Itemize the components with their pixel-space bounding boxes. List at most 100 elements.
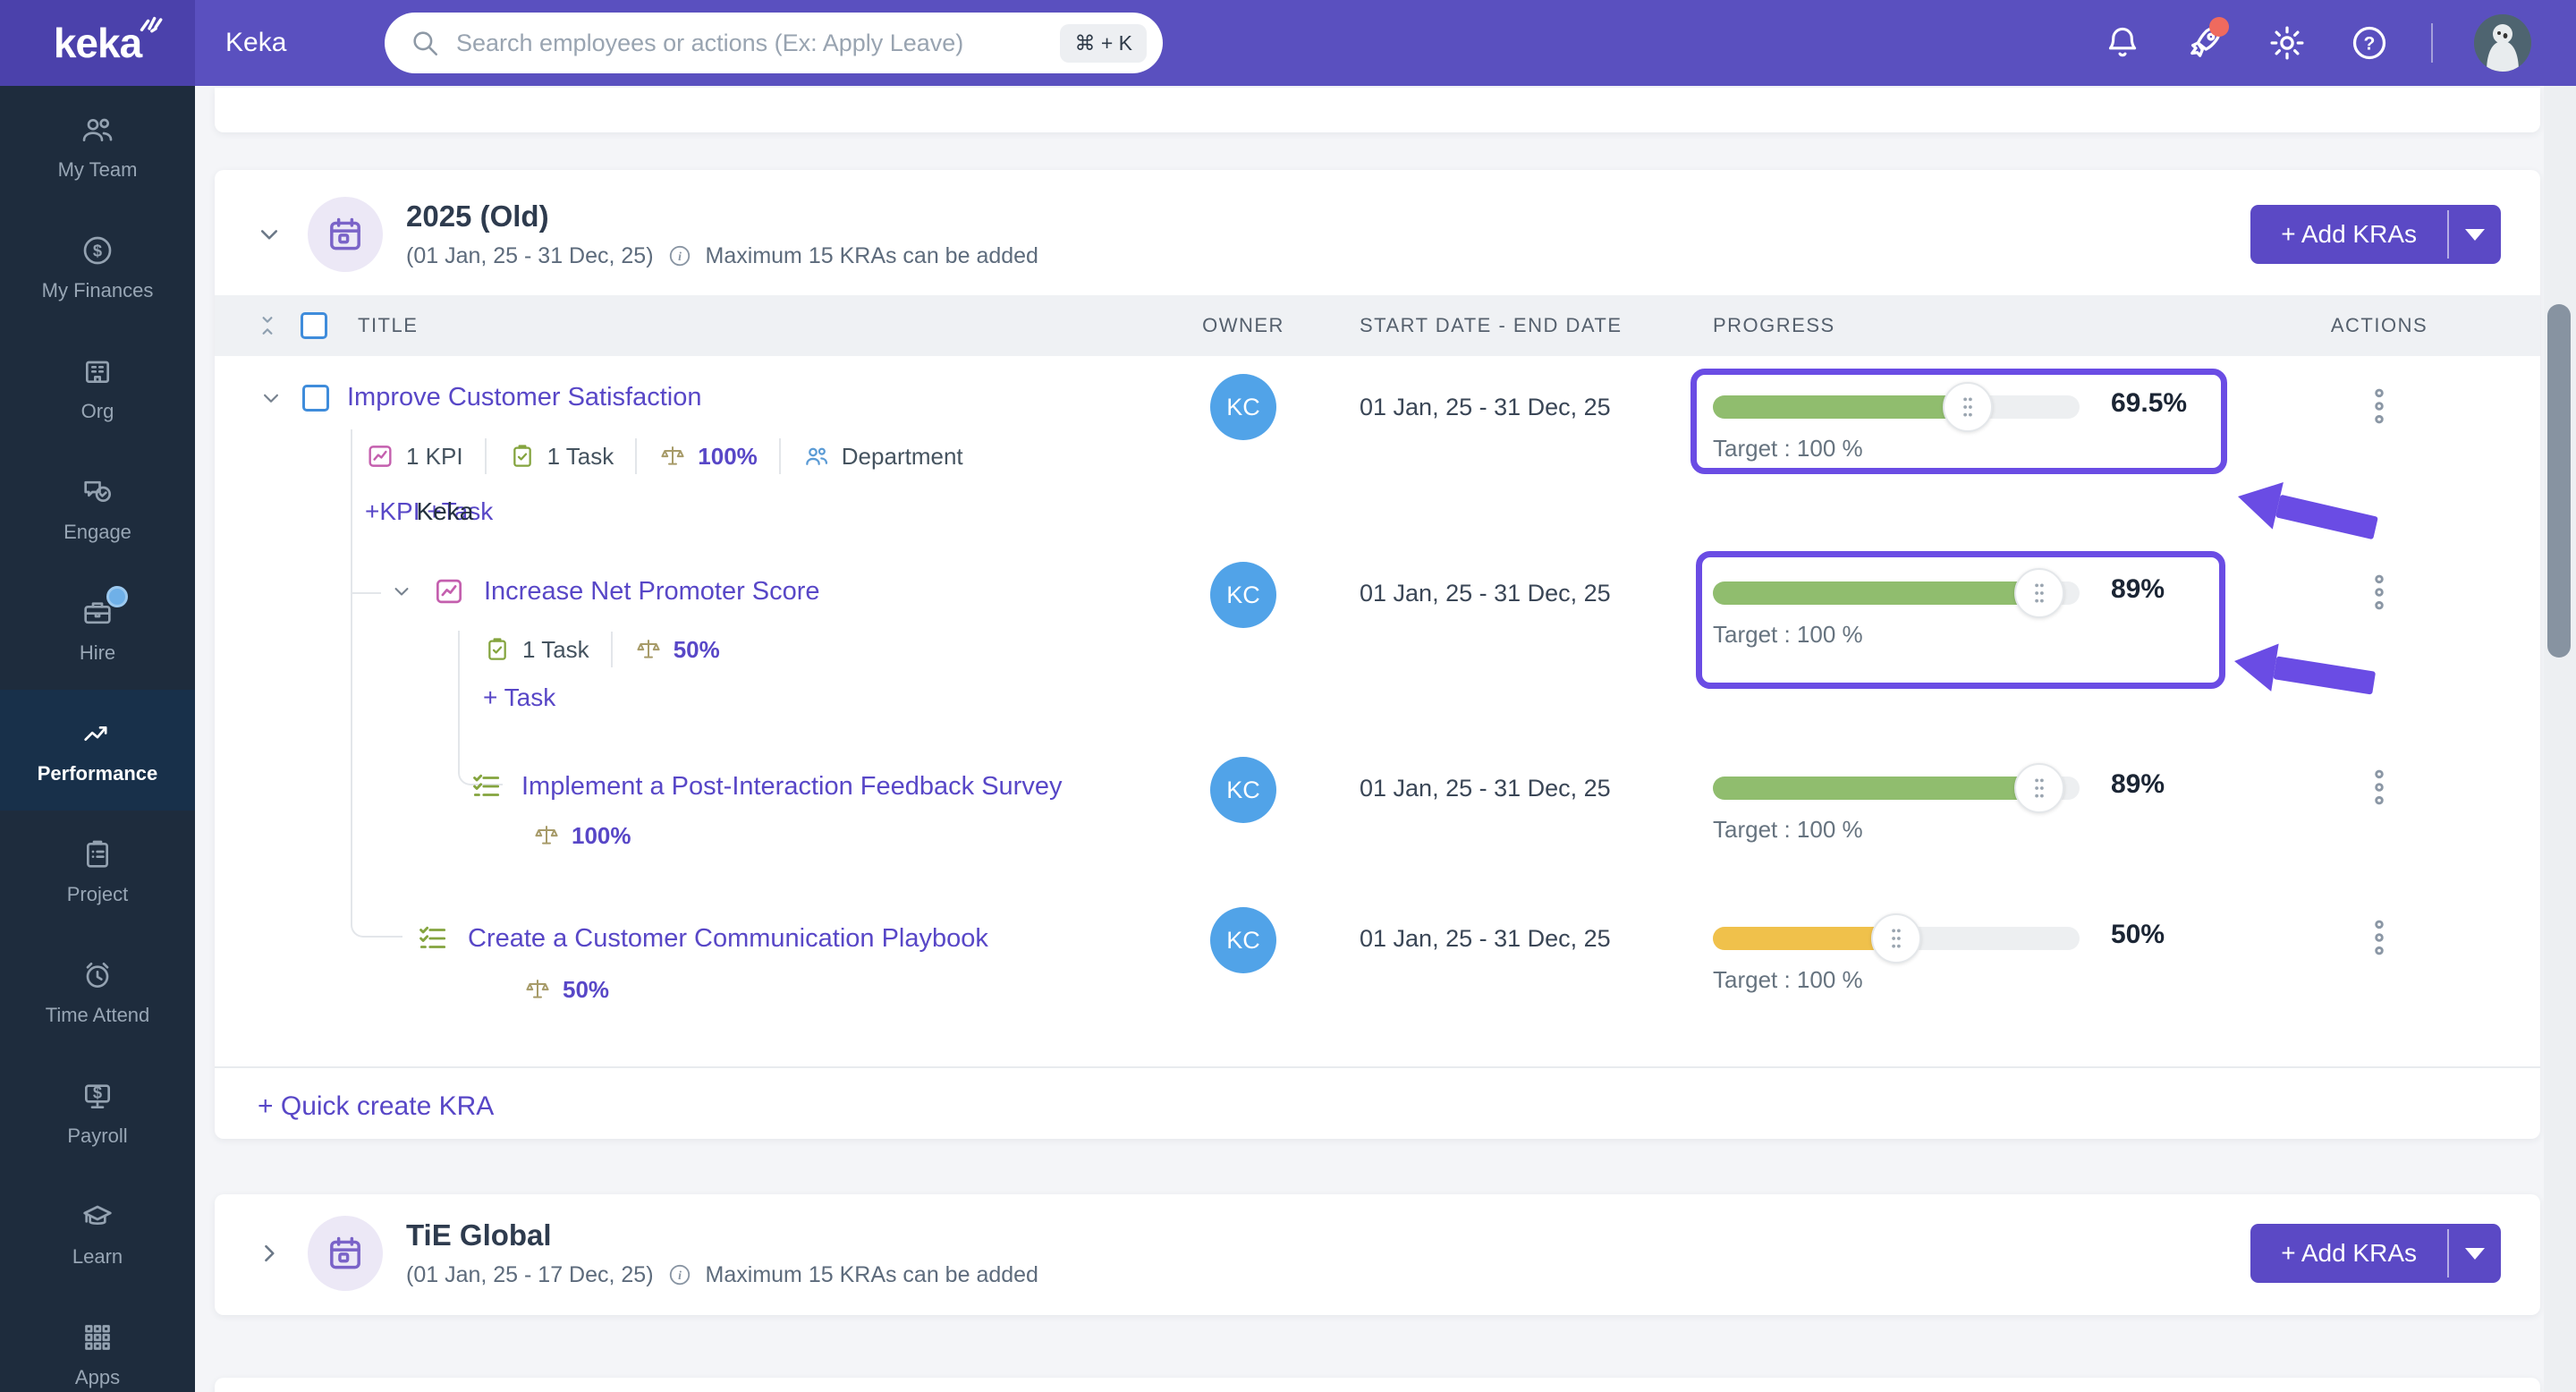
brand-text: keka <box>53 20 142 66</box>
task-row-communication-playbook: Create a Customer Communication Playbook… <box>215 907 2540 1066</box>
progress-drag-handle[interactable] <box>1942 382 1993 432</box>
owner-avatar[interactable]: KC <box>1210 907 1276 973</box>
add-kras-dropdown-caret[interactable] <box>2449 205 2501 264</box>
collapse-group-chevron-down-icon[interactable] <box>254 219 284 250</box>
search-input[interactable] <box>456 29 1061 57</box>
payroll-icon: $ <box>85 1082 110 1108</box>
user-avatar[interactable] <box>2474 14 2531 72</box>
group-note: Maximum 15 KRAs can be added <box>705 1261 1038 1287</box>
project-icon <box>86 840 109 868</box>
sidebar-item-payroll[interactable]: $ Payroll <box>0 1052 195 1173</box>
apps-icon <box>85 1324 110 1350</box>
col-dates: START DATE - END DATE <box>1360 314 1623 336</box>
sidebar-item-my-team[interactable]: My Team <box>0 86 195 207</box>
add-task-link[interactable]: + Task <box>483 683 555 712</box>
task-title-link[interactable]: Create a Customer Communication Playbook <box>468 924 988 954</box>
sidebar-item-org[interactable]: Org <box>0 327 195 448</box>
progress-value: 89% <box>2111 574 2165 604</box>
owner-avatar[interactable]: KC <box>1210 757 1276 823</box>
settings-gear-icon[interactable] <box>2267 22 2308 64</box>
progress-bar[interactable]: 89% <box>1713 763 2165 813</box>
add-kras-dropdown-caret[interactable] <box>2449 1224 2501 1283</box>
group-date-range: (01 Jan, 25 - 17 Dec, 25) <box>406 1261 654 1287</box>
kra-group-tie-global: TiE Global (01 Jan, 25 - 17 Dec, 25) i M… <box>215 1194 2540 1315</box>
progress-drag-handle[interactable] <box>2013 763 2064 813</box>
calendar-icon <box>308 1216 383 1291</box>
progress-target: Target : 100 % <box>1713 621 1863 648</box>
progress-bar[interactable]: 69.5% <box>1713 382 2187 432</box>
org-icon <box>86 361 109 383</box>
table-header: TITLE OWNER START DATE - END DATE PROGRE… <box>215 295 2540 356</box>
select-all-checkbox[interactable] <box>301 312 327 339</box>
next-card-partial <box>215 1378 2540 1392</box>
kra-row-improve-customer-satisfaction: Improve Customer Satisfaction 1 KPI 1 Ta… <box>215 356 2540 555</box>
row-actions-kebab[interactable] <box>2317 573 2442 612</box>
kpi-count-badge: 1 KPI <box>365 441 485 471</box>
add-kras-split-button[interactable]: + Add KRAs <box>2250 1224 2501 1283</box>
progress-fill <box>1713 395 1968 419</box>
sidebar-item-my-finances[interactable]: $ My Finances <box>0 207 195 327</box>
progress-fill <box>1713 581 2039 605</box>
owner-avatar[interactable]: KC <box>1210 562 1276 628</box>
notifications-bell-icon[interactable] <box>2102 22 2143 64</box>
add-kpi-task-links[interactable]: +KPIKeka+Task <box>365 497 493 526</box>
col-progress: PROGRESS <box>1713 314 1835 336</box>
global-search[interactable]: ⌘ + K <box>385 13 1163 73</box>
sidebar-item-performance[interactable]: Performance <box>0 690 195 811</box>
svg-text:?: ? <box>2364 34 2376 55</box>
row-dates: 01 Jan, 25 - 31 Dec, 25 <box>1360 580 1611 607</box>
expand-group-chevron-right-icon[interactable] <box>254 1238 284 1269</box>
scrollbar-track[interactable] <box>2544 86 2576 1392</box>
row-checkbox[interactable] <box>302 384 329 412</box>
row-chevron-down-icon[interactable] <box>389 579 414 604</box>
row-actions-kebab[interactable] <box>2317 768 2442 807</box>
progress-value: 69.5% <box>2111 388 2188 418</box>
add-kpi-link[interactable]: +KPI <box>365 497 419 525</box>
task-title-link[interactable]: Implement a Post-Interaction Feedback Su… <box>521 772 1062 802</box>
quick-create-kra-link[interactable]: + Quick create KRA <box>258 1091 494 1122</box>
svg-text:$: $ <box>93 241 102 259</box>
group-date-range: (01 Jan, 25 - 31 Dec, 25) <box>406 242 654 268</box>
kra-title-link[interactable]: Improve Customer Satisfaction <box>347 383 701 412</box>
weight-badge: 100% <box>637 442 779 471</box>
row-actions-kebab[interactable] <box>2317 918 2442 957</box>
svg-text:i: i <box>678 1269 682 1282</box>
sidebar-item-time-attend[interactable]: Time Attend <box>0 931 195 1052</box>
header-divider <box>2431 23 2433 63</box>
row-chevron-down-icon[interactable] <box>258 385 284 412</box>
finances-icon: $ <box>83 236 112 264</box>
svg-text:$: $ <box>93 1082 102 1101</box>
sidebar-item-hire[interactable]: Hire <box>0 569 195 690</box>
checklist-icon <box>473 774 500 796</box>
add-kras-button[interactable]: + Add KRAs <box>2250 1224 2447 1283</box>
progress-bar[interactable]: 89% <box>1713 568 2165 618</box>
progress-bar[interactable]: 50% <box>1713 913 2165 963</box>
row-actions-kebab[interactable] <box>2317 386 2442 426</box>
add-kras-button[interactable]: + Add KRAs <box>2250 205 2447 264</box>
hire-badge-dot <box>106 585 128 607</box>
collapse-all-icon[interactable] <box>254 310 281 341</box>
help-icon[interactable]: ? <box>2349 22 2390 64</box>
engage-icon <box>84 480 111 502</box>
sidebar-item-engage[interactable]: Engage <box>0 448 195 569</box>
progress-drag-handle[interactable] <box>2013 568 2064 618</box>
kpi-title-link[interactable]: Increase Net Promoter Score <box>484 577 820 607</box>
task-row-feedback-survey: Implement a Post-Interaction Feedback Su… <box>215 757 2540 912</box>
progress-drag-handle[interactable] <box>1871 913 1921 963</box>
learn-icon <box>83 1205 112 1225</box>
department-people-icon <box>805 447 827 465</box>
task-count-badge: 1 Task <box>487 442 636 471</box>
app-title: Keka <box>225 28 287 57</box>
sparkle-icon <box>140 16 163 33</box>
owner-avatar[interactable]: KC <box>1210 374 1276 440</box>
progress-target: Target : 100 % <box>1713 966 1863 993</box>
notification-dot <box>2209 17 2229 37</box>
whats-new-rocket-icon[interactable] <box>2184 17 2229 64</box>
keka-logo[interactable]: keka <box>0 0 195 86</box>
sidebar-item-project[interactable]: Project <box>0 811 195 931</box>
add-kras-split-button[interactable]: + Add KRAs <box>2250 205 2501 264</box>
sidebar-item-learn[interactable]: Learn <box>0 1173 195 1294</box>
time-attend-icon <box>86 962 109 988</box>
sidebar-item-apps[interactable]: Apps <box>0 1294 195 1392</box>
scrollbar-thumb[interactable] <box>2547 304 2571 658</box>
